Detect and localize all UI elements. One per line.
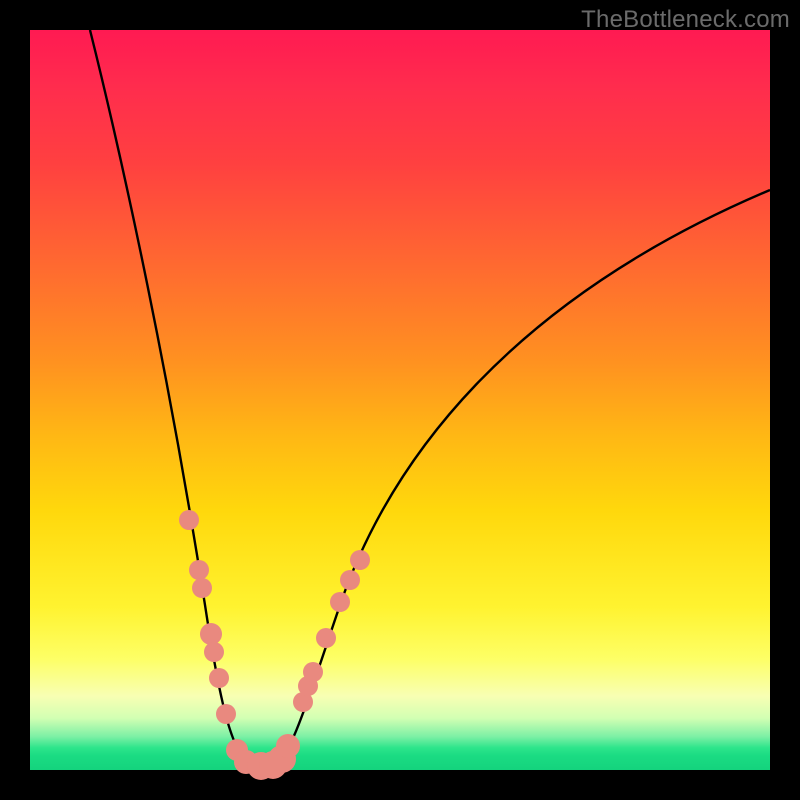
marker-dot	[204, 642, 224, 662]
marker-dot	[350, 550, 370, 570]
bottleneck-curve	[90, 30, 770, 766]
marker-dot	[209, 668, 229, 688]
marker-dot	[340, 570, 360, 590]
marker-dot	[189, 560, 209, 580]
marker-dot	[179, 510, 199, 530]
marker-dot	[200, 623, 222, 645]
marker-dot	[303, 662, 323, 682]
marker-dot	[330, 592, 350, 612]
marker-dot	[192, 578, 212, 598]
marker-dot	[276, 734, 300, 758]
chart-stage: TheBottleneck.com	[0, 0, 800, 800]
marker-dot	[216, 704, 236, 724]
marker-group	[179, 510, 370, 780]
plot-area	[30, 30, 770, 770]
marker-dot	[316, 628, 336, 648]
curve-layer	[30, 30, 770, 770]
